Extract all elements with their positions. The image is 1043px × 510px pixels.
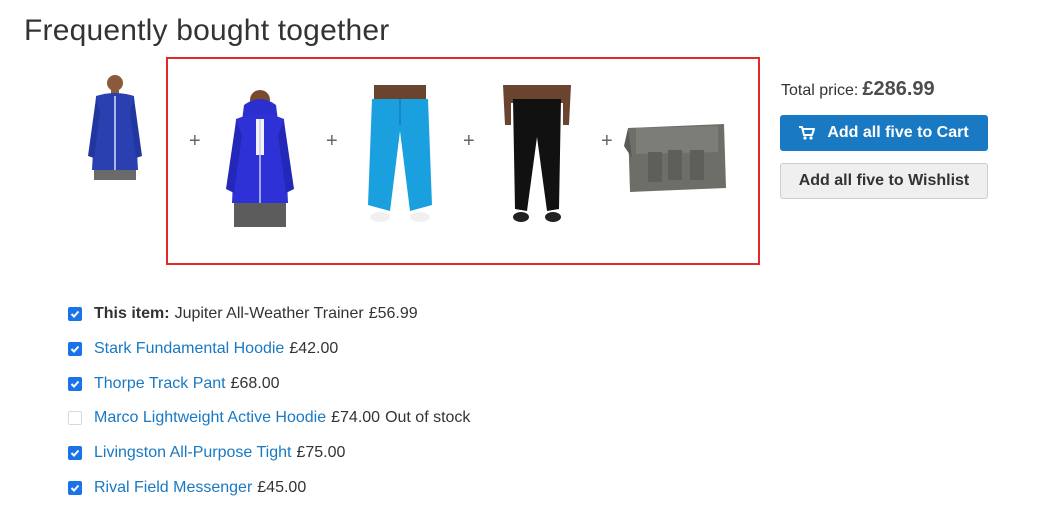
item-link[interactable]: Rival Field Messenger xyxy=(94,479,252,497)
frequently-bought-together-section: Frequently bought together + + + + Total… xyxy=(0,0,1043,510)
list-item: Thorpe Track Pant £68.00 xyxy=(68,366,470,401)
stock-status: Out of stock xyxy=(385,409,471,427)
plus-separator: + xyxy=(601,130,613,152)
item-name: Jupiter All-Weather Trainer xyxy=(174,305,364,323)
item-price: £56.99 xyxy=(368,305,418,323)
bundle-item-list: This item: Jupiter All-Weather Trainer £… xyxy=(68,297,470,505)
track-pant-product-image[interactable] xyxy=(360,85,440,229)
item-checkbox xyxy=(68,411,82,426)
checkmark-icon xyxy=(70,311,80,319)
checkmark-icon xyxy=(70,380,80,388)
item-link[interactable]: Livingston All-Purpose Tight xyxy=(94,444,291,462)
messenger-bag-product-image[interactable] xyxy=(622,118,730,198)
plus-separator: + xyxy=(463,130,475,152)
plus-separator: + xyxy=(326,130,338,152)
item-price: £68.00 xyxy=(230,374,280,392)
add-all-to-cart-label: Add all five to Cart xyxy=(827,124,969,141)
this-item-label: This item: xyxy=(94,305,170,323)
item-checkbox[interactable] xyxy=(68,307,82,322)
item-link[interactable]: Stark Fundamental Hoodie xyxy=(94,340,284,358)
total-price-label: Total price: xyxy=(781,82,859,99)
item-price: £74.00 xyxy=(331,409,381,427)
total-price-value: £286.99 xyxy=(862,78,935,100)
total-price: Total price: £286.99 xyxy=(781,78,935,101)
add-all-to-wishlist-label: Add all five to Wishlist xyxy=(798,172,970,189)
list-item: Rival Field Messenger £45.00 xyxy=(68,470,470,505)
item-link[interactable]: Thorpe Track Pant xyxy=(94,375,226,393)
list-item: Livingston All-Purpose Tight £75.00 xyxy=(68,436,470,471)
add-all-to-wishlist-button[interactable]: Add all five to Wishlist xyxy=(780,163,988,199)
item-link[interactable]: Marco Lightweight Active Hoodie xyxy=(94,409,326,427)
cart-icon xyxy=(799,126,816,140)
item-checkbox[interactable] xyxy=(68,446,82,461)
item-checkbox[interactable] xyxy=(68,480,82,495)
add-all-to-cart-button[interactable]: Add all five to Cart xyxy=(780,115,988,151)
item-price: £42.00 xyxy=(289,340,339,358)
list-item: Stark Fundamental Hoodie £42.00 xyxy=(68,332,470,367)
list-item: This item: Jupiter All-Weather Trainer £… xyxy=(68,297,470,332)
section-title: Frequently bought together xyxy=(24,14,390,47)
checkmark-icon xyxy=(70,449,80,458)
item-checkbox[interactable] xyxy=(68,376,82,391)
item-price: £45.00 xyxy=(257,478,307,496)
main-product-image[interactable] xyxy=(82,72,148,184)
checkmark-icon xyxy=(70,484,80,492)
hoodie-product-image[interactable] xyxy=(218,85,302,229)
plus-separator: + xyxy=(189,130,201,152)
checkmark-icon xyxy=(70,345,80,353)
list-item: Marco Lightweight Active Hoodie £74.00 O… xyxy=(68,401,470,436)
item-checkbox[interactable] xyxy=(68,342,82,357)
item-price: £75.00 xyxy=(296,444,346,462)
tight-product-image[interactable] xyxy=(497,85,577,229)
